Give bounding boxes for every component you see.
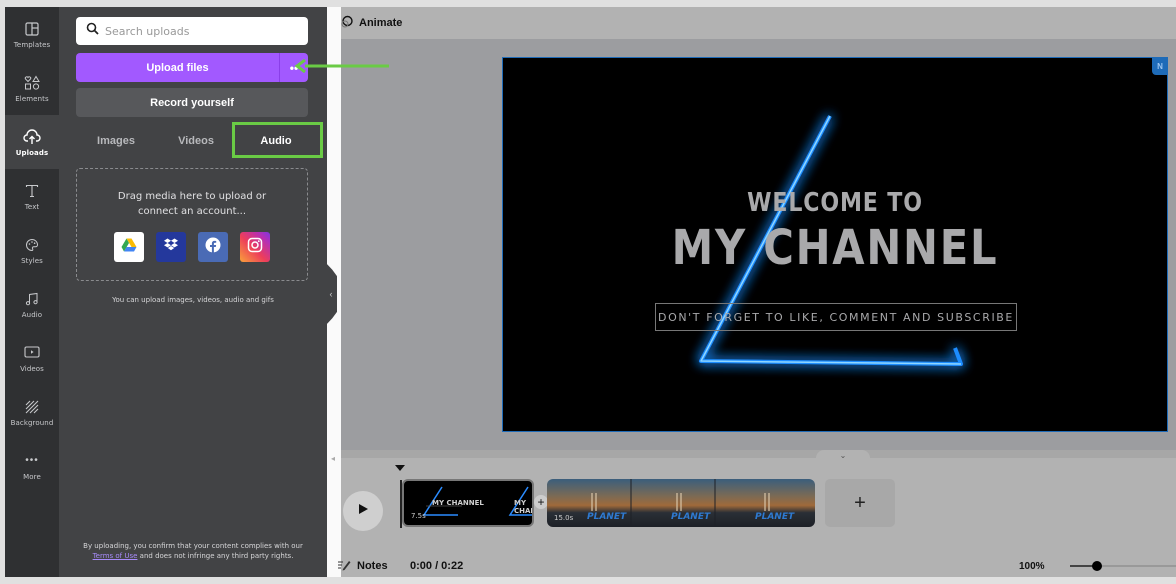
video-icon xyxy=(23,344,41,362)
page-badge: N xyxy=(1152,58,1167,75)
search-box[interactable] xyxy=(76,17,308,45)
clip-2-thumb-title-3: PLANET xyxy=(755,512,795,522)
add-transition-button[interactable]: + xyxy=(534,495,548,509)
legal-text-start: By uploading, you confirm that your cont… xyxy=(83,542,303,550)
notes-icon xyxy=(337,559,351,574)
templates-icon xyxy=(23,20,41,38)
record-yourself-button[interactable]: Record yourself xyxy=(76,88,308,117)
timeline-clip-2[interactable]: PLANET PLANET PLANET 15.0s xyxy=(547,479,815,527)
dropbox-icon xyxy=(163,238,179,257)
zoom-slider[interactable] xyxy=(1070,561,1176,571)
playback-time: 0:00 / 0:22 xyxy=(410,560,464,572)
more-dots-icon: ••• xyxy=(25,455,39,466)
rail-item-label: Videos xyxy=(20,364,44,373)
rail-item-label: Elements xyxy=(15,94,49,103)
timeline-divider xyxy=(341,450,1176,458)
animate-label: Animate xyxy=(359,17,403,29)
zoom-level: 100% xyxy=(1019,560,1045,572)
legal-text-end: and does not infringe any third party ri… xyxy=(137,552,294,560)
timeline-toggle[interactable]: ⌄ xyxy=(816,450,870,460)
rail-item-videos[interactable]: Videos xyxy=(5,331,59,385)
play-icon xyxy=(357,502,369,520)
editor-toolbar: Animate xyxy=(341,7,1176,39)
upload-cloud-icon xyxy=(23,128,41,146)
more-dots-icon: •• xyxy=(289,60,299,75)
rail-item-text[interactable]: Text xyxy=(5,169,59,223)
dropbox-button[interactable] xyxy=(156,232,186,262)
uploads-panel: Upload files •• Record yourself Images V… xyxy=(59,7,327,577)
search-icon xyxy=(86,22,99,40)
media-type-tabs: Images Videos Audio xyxy=(76,125,324,157)
rail-item-label: Templates xyxy=(13,40,51,49)
clip-2-thumb-title-2: PLANET xyxy=(671,512,711,522)
upload-hint: You can upload images, videos, audio and… xyxy=(112,296,274,304)
text-icon xyxy=(23,182,41,200)
caret-left-icon: ◂ xyxy=(331,454,336,463)
timeline-clip-1[interactable]: MY CHANNEL MY CHANNEL 7.5s xyxy=(402,479,534,527)
rail-item-label: Uploads xyxy=(15,148,49,157)
rail-item-label: Text xyxy=(24,202,40,211)
background-hatch-icon xyxy=(23,398,41,416)
rail-item-audio[interactable]: Audio xyxy=(5,277,59,331)
zoom-slider-knob[interactable] xyxy=(1091,561,1102,571)
upload-files-button[interactable]: Upload files xyxy=(76,53,279,82)
editor-area: Animate WELCOME TO MY CHANNEL DON'T FORG… xyxy=(338,7,1176,577)
instagram-button[interactable] xyxy=(240,232,270,262)
upload-more-options-button[interactable]: •• xyxy=(279,53,308,82)
chevron-left-icon: ‹ xyxy=(329,289,333,299)
play-button[interactable] xyxy=(343,491,383,531)
facebook-icon xyxy=(205,237,221,258)
canvas-subtitle-text: DON'T FORGET TO LIKE, COMMENT AND SUBSCR… xyxy=(658,310,1014,324)
rail-item-elements[interactable]: Elements xyxy=(5,61,59,115)
animate-icon xyxy=(340,15,354,32)
search-input[interactable] xyxy=(105,24,295,38)
rail-item-background[interactable]: Background xyxy=(5,385,59,439)
canvas-welcome-text[interactable]: WELCOME TO xyxy=(553,188,1117,218)
canvas-title-text[interactable]: MY CHANNEL xyxy=(546,220,1124,276)
add-page-button[interactable]: + xyxy=(825,479,895,527)
chevron-down-icon: ⌄ xyxy=(839,450,847,460)
animate-button[interactable]: Animate xyxy=(340,15,402,32)
music-note-icon xyxy=(23,290,41,308)
plus-icon: + xyxy=(537,495,545,509)
left-rail: Templates Elements Uploads Text Styles A… xyxy=(5,7,59,577)
rail-item-templates[interactable]: Templates xyxy=(5,7,59,61)
elements-icon xyxy=(23,74,41,92)
design-canvas[interactable]: WELCOME TO MY CHANNEL DON'T FORGET TO LI… xyxy=(502,57,1168,432)
google-drive-icon xyxy=(121,238,137,257)
bottom-bar: Notes 0:00 / 0:22 100% xyxy=(338,555,1176,577)
clip-duration: 7.5s xyxy=(411,512,426,520)
rail-item-label: More xyxy=(23,472,41,481)
legal-notice: By uploading, you confirm that your cont… xyxy=(73,541,313,561)
dropzone-line-2: connect an account... xyxy=(137,206,247,217)
plus-icon: + xyxy=(854,491,866,514)
dropzone-text: Drag media here to upload or connect an … xyxy=(77,189,307,219)
connect-services xyxy=(114,232,270,262)
rail-item-styles[interactable]: Styles xyxy=(5,223,59,277)
clip-duration: 15.0s xyxy=(554,514,574,522)
app-window: Templates Elements Uploads Text Styles A… xyxy=(0,0,1176,584)
dropzone-line-1: Drag media here to upload or xyxy=(117,191,267,202)
rail-item-label: Styles xyxy=(21,256,43,265)
facebook-button[interactable] xyxy=(198,232,228,262)
notes-button[interactable]: Notes xyxy=(337,559,388,574)
terms-of-use-link[interactable]: Terms of Use xyxy=(93,552,138,560)
google-drive-button[interactable] xyxy=(114,232,144,262)
tab-videos[interactable]: Videos xyxy=(156,125,236,157)
rail-item-label: Audio xyxy=(21,310,43,319)
rail-item-uploads[interactable]: Uploads xyxy=(5,115,59,169)
tab-audio[interactable]: Audio xyxy=(236,125,316,157)
rail-item-label: Background xyxy=(10,418,54,427)
upload-dropzone[interactable]: Drag media here to upload or connect an … xyxy=(76,168,308,281)
canvas-subtitle-box[interactable]: DON'T FORGET TO LIKE, COMMENT AND SUBSCR… xyxy=(655,303,1017,331)
instagram-icon xyxy=(247,237,263,258)
palette-icon xyxy=(23,236,41,254)
clip-1-thumb-title: MY CHANNEL xyxy=(432,499,484,507)
rail-item-more[interactable]: ••• More xyxy=(5,439,59,493)
clip-2-thumb-title: PLANET xyxy=(587,512,627,522)
tab-images[interactable]: Images xyxy=(76,125,156,157)
notes-label: Notes xyxy=(357,560,388,572)
clip-1-thumb-title-2: MY CHANNEL xyxy=(514,499,532,515)
